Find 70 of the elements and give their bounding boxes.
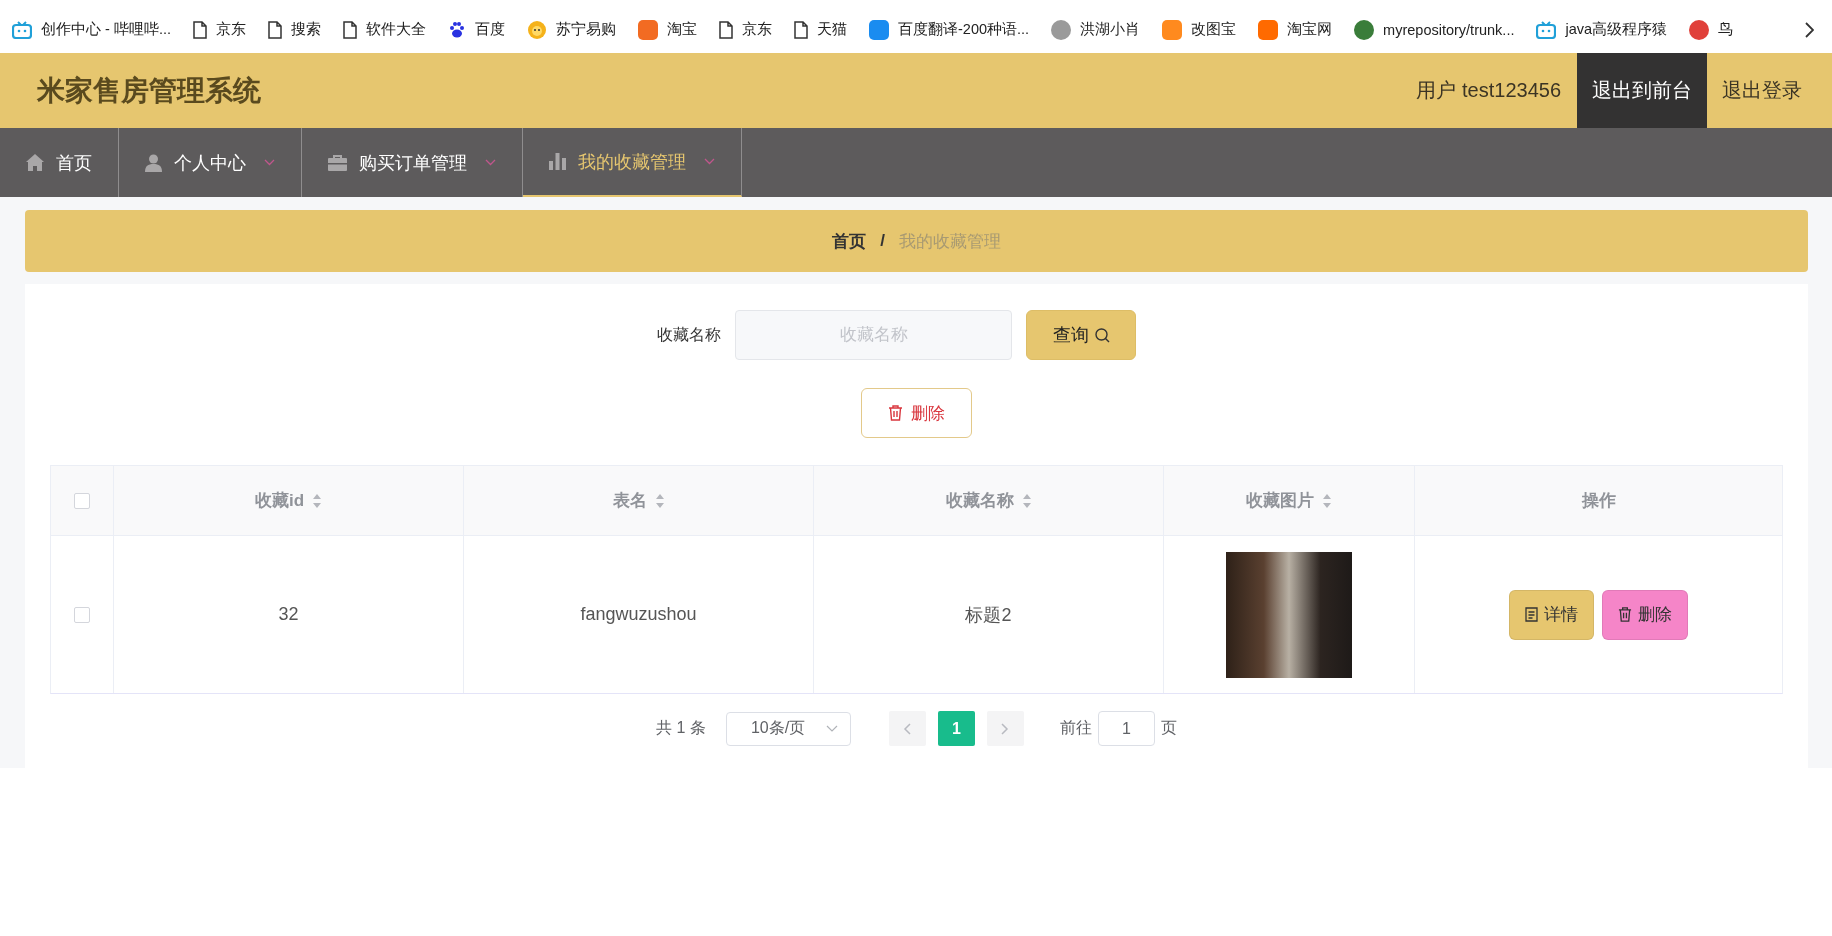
- page-icon: [794, 20, 808, 39]
- page-suffix: 页: [1160, 718, 1177, 738]
- bookmark-link[interactable]: java高级程序猿: [1565, 20, 1668, 39]
- page-size-select[interactable]: 10条/页: [725, 711, 851, 746]
- page-icon: [193, 20, 207, 39]
- bookmark-link[interactable]: 淘宝网: [1287, 20, 1333, 39]
- page-input[interactable]: 1: [1097, 711, 1155, 746]
- page-icon: [719, 20, 733, 39]
- breadcrumb-item[interactable]: 首页: [832, 229, 867, 253]
- caret-icon: [825, 725, 838, 732]
- page-icon: [268, 20, 282, 39]
- tv-icon: [12, 20, 32, 39]
- system-title: 米家售房管理系统: [37, 73, 261, 108]
- sort-icon[interactable]: [654, 492, 665, 509]
- select-all-checkbox[interactable]: [74, 492, 90, 509]
- bookmark-link[interactable]: 百度翻译-200种语...: [898, 20, 1030, 39]
- bookmark-link[interactable]: 天猫: [817, 20, 847, 39]
- column-header: 收藏id: [254, 490, 305, 512]
- table-cell: 32: [278, 604, 299, 625]
- document-icon: [1525, 607, 1538, 622]
- bookmark-link[interactable]: 创作中心 - 哔哩哔...: [41, 20, 171, 39]
- column-header: 收藏名称: [945, 490, 1014, 512]
- chevron-left-icon: [903, 722, 912, 735]
- chevron-icon[interactable]: [1804, 21, 1814, 38]
- briefcase-icon: [328, 154, 347, 171]
- bar-chart-icon: [549, 153, 566, 170]
- sort-icon[interactable]: [312, 492, 323, 509]
- header-button[interactable]: 退出登录: [1707, 53, 1817, 128]
- column-header: 收藏图片: [1246, 490, 1314, 512]
- search-button[interactable]: 查询: [1026, 310, 1136, 360]
- column-header: 表名: [612, 490, 647, 512]
- goto-label: 前往: [1059, 718, 1092, 738]
- table-cell: fangwuzushou: [580, 604, 697, 625]
- bookmark-link[interactable]: 百度: [475, 20, 505, 39]
- home-icon: [26, 154, 44, 171]
- breadcrumb-separator: /: [880, 231, 885, 251]
- column-header: 操作: [1581, 490, 1616, 512]
- total-count: 共 1 条: [656, 718, 706, 738]
- bookmark-link[interactable]: 软件大全: [366, 20, 426, 39]
- sort-icon[interactable]: [1322, 492, 1332, 509]
- previous-page-button[interactable]: [888, 711, 926, 746]
- chevron-right-icon: [1001, 722, 1010, 735]
- user-icon: [145, 153, 162, 172]
- bookmark-link[interactable]: myrepository/trunk...: [1383, 21, 1515, 38]
- page-icon: [343, 20, 357, 39]
- next-page-button[interactable]: [986, 711, 1024, 746]
- search-icon: [1094, 327, 1110, 343]
- bookmark-link[interactable]: 鸟: [1718, 20, 1734, 39]
- user-label: 用户 test123456: [1416, 78, 1561, 103]
- bookmark-link[interactable]: 淘宝: [667, 20, 697, 39]
- paw-icon: [448, 20, 466, 39]
- breadcrumb-item: 我的收藏管理: [898, 230, 1001, 253]
- action-button[interactable]: 删除: [1602, 589, 1688, 640]
- bookmark-link[interactable]: 搜索: [291, 20, 321, 39]
- bookmark-link[interactable]: 京东: [742, 20, 772, 39]
- search-label: 收藏名称: [657, 324, 721, 345]
- delete-button[interactable]: 删除: [861, 388, 972, 438]
- trash-icon: [1618, 607, 1632, 622]
- sort-icon[interactable]: [1021, 492, 1032, 509]
- action-button[interactable]: 详情: [1509, 589, 1594, 640]
- bookmark-link[interactable]: 洪湖小肖: [1080, 20, 1141, 39]
- row-checkbox[interactable]: [74, 606, 90, 623]
- bookmark-link[interactable]: 苏宁易购: [556, 20, 616, 39]
- bookmark-link[interactable]: 改图宝: [1191, 20, 1237, 39]
- sun-face-icon: [527, 19, 547, 40]
- bookmark-link[interactable]: 京东: [216, 20, 246, 39]
- trash-icon: [888, 405, 903, 421]
- header-button[interactable]: 退出到前台: [1577, 53, 1707, 128]
- tv-icon: [1536, 20, 1557, 39]
- table-cell-text: 标题2: [965, 603, 1012, 627]
